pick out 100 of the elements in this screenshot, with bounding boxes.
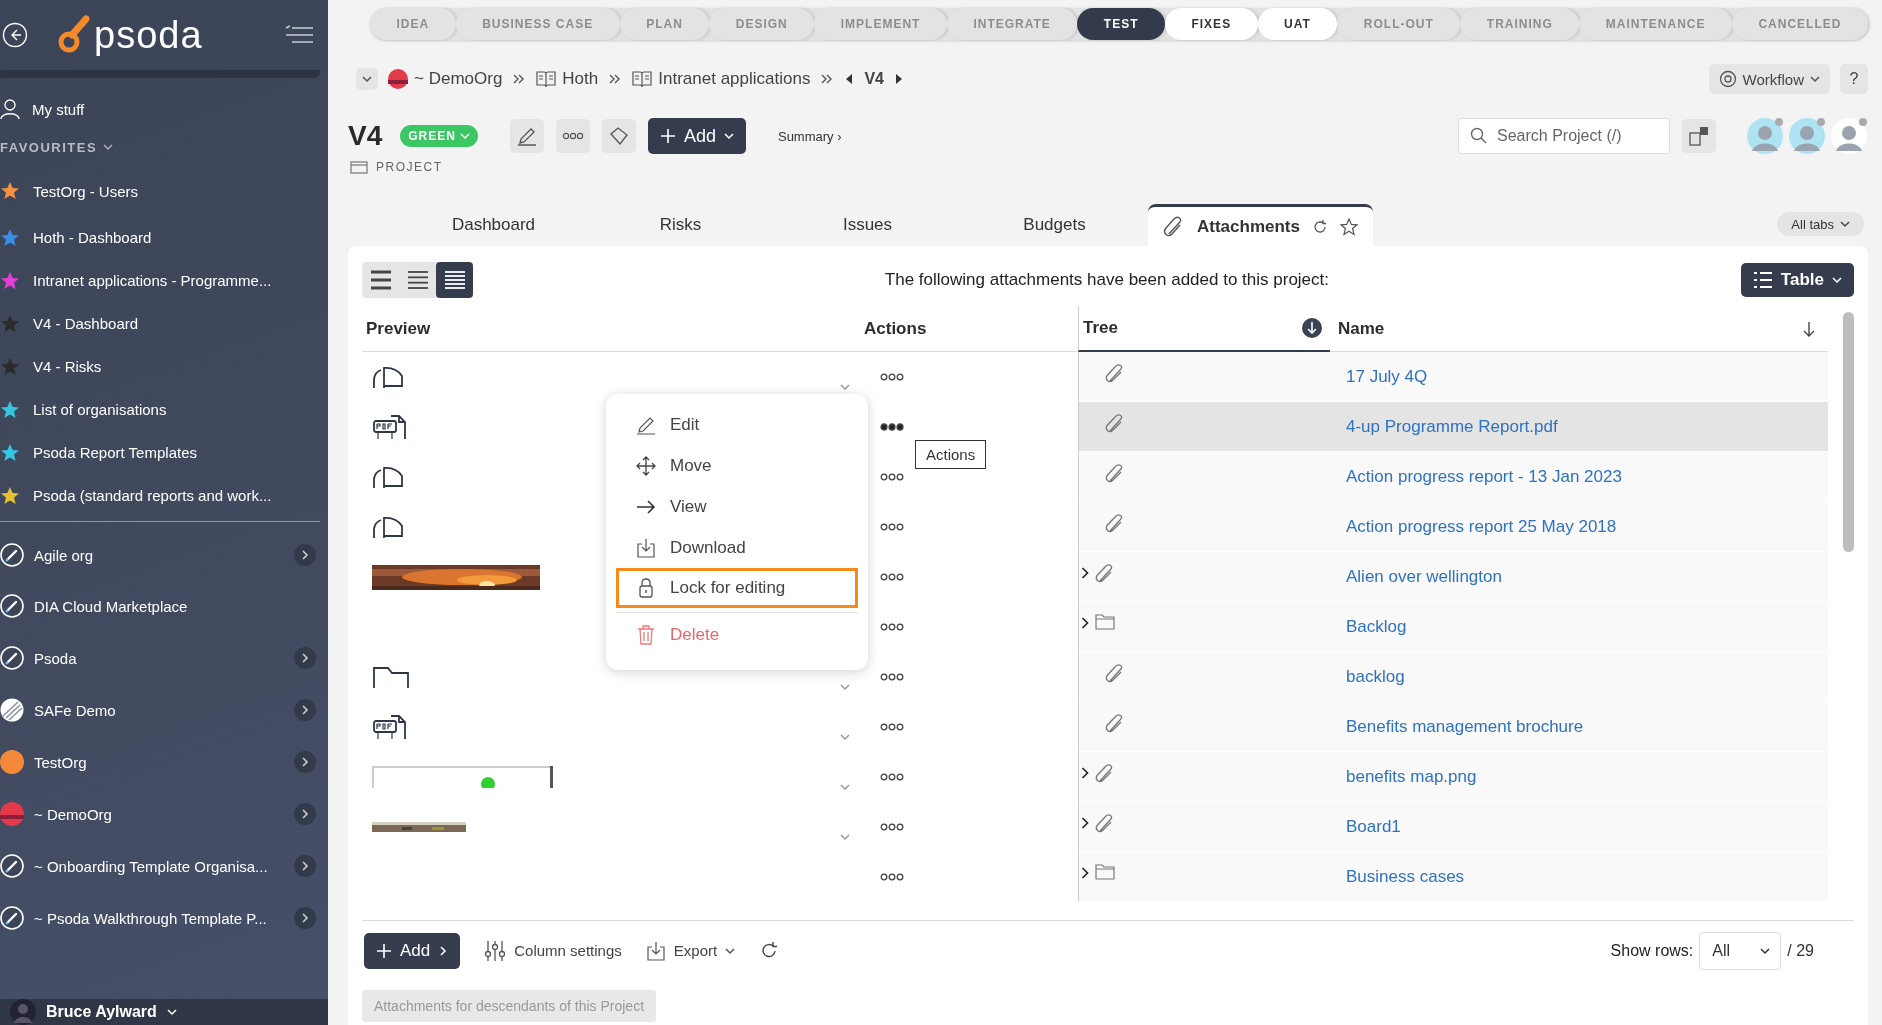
stage-tab[interactable]: TEST <box>1077 8 1165 40</box>
stripes-icon <box>0 698 24 722</box>
add-button[interactable]: Add <box>647 118 746 154</box>
chevron-right-icon <box>300 913 310 923</box>
file-link[interactable]: 17 July 4Q <box>1346 366 1428 387</box>
expand-icon[interactable] <box>294 855 316 877</box>
plus-icon <box>376 942 392 959</box>
favourite-link[interactable]: Psoda (standard reports and work... <box>0 474 328 517</box>
chevron-right-icon[interactable] <box>1081 767 1089 779</box>
help-button[interactable]: ? <box>1840 64 1868 94</box>
organisation-link[interactable]: Agile org <box>0 530 328 580</box>
file-link[interactable]: Board1 <box>1346 816 1401 837</box>
expand-icon[interactable] <box>294 751 316 773</box>
file-link[interactable]: benefits map.png <box>1346 766 1477 787</box>
chevron-right-icon[interactable] <box>1081 617 1089 629</box>
organisation-link[interactable]: ~ DemoOrg <box>0 788 328 840</box>
favourite-link[interactable]: V4 - Dashboard <box>0 302 328 345</box>
back-icon[interactable] <box>2 22 28 48</box>
stage-tab[interactable]: FIXES <box>1164 8 1258 40</box>
expand-icon[interactable] <box>840 682 850 692</box>
column-settings-button[interactable]: Column settings <box>484 939 622 962</box>
expand-icon[interactable] <box>840 832 850 842</box>
next-icon[interactable] <box>894 73 904 85</box>
more-icon <box>880 422 904 432</box>
favourite-link[interactable]: List of organisations <box>0 388 328 431</box>
stage-tab[interactable]: UAT <box>1257 8 1338 40</box>
previous-icon[interactable] <box>844 73 855 85</box>
my-stuff-link[interactable]: My stuff <box>0 84 328 134</box>
edit-button[interactable] <box>509 119 544 153</box>
breadcrumb-link[interactable]: ~ DemoOrg <box>388 69 503 89</box>
table-view-button[interactable]: Table <box>1740 263 1854 297</box>
export-button[interactable]: Export <box>645 940 736 961</box>
folder-icon <box>1095 864 1115 880</box>
expand-icon[interactable] <box>294 544 316 566</box>
plus-icon <box>659 128 676 144</box>
chevron-right-icon[interactable] <box>1081 567 1089 579</box>
tab[interactable]: Budgets <box>961 204 1148 246</box>
file-link[interactable]: backlog <box>1346 666 1405 687</box>
menu-item[interactable]: Move <box>616 445 858 486</box>
favourite-link[interactable]: TestOrg - Users <box>0 166 328 216</box>
more-button[interactable] <box>555 119 590 153</box>
breadcrumb-link[interactable]: Hoth <box>536 69 599 89</box>
expand-icon[interactable] <box>294 803 316 825</box>
favourite-link[interactable]: Intranet applications - Programme... <box>0 259 328 302</box>
all-tabs-button[interactable]: All tabs <box>1777 212 1864 236</box>
expand-icon[interactable] <box>840 732 850 742</box>
menu-icon[interactable] <box>284 25 314 45</box>
expand-icon[interactable] <box>840 382 850 392</box>
tag-button[interactable] <box>601 119 636 153</box>
file-link[interactable]: Business cases <box>1346 866 1465 887</box>
expand-icon[interactable] <box>294 647 316 669</box>
actions-button[interactable] <box>878 420 906 434</box>
organisation-link[interactable]: TestOrg <box>0 736 328 788</box>
favourite-link[interactable]: Hoth - Dashboard <box>0 216 328 259</box>
menu-item[interactable]: View <box>616 486 858 527</box>
logo-text: psoda <box>94 15 203 55</box>
favourite-link[interactable]: Psoda Report Templates <box>0 431 328 474</box>
sort-arrow-icon <box>1802 320 1816 337</box>
switch-button[interactable] <box>1682 119 1716 153</box>
avatar-icon[interactable] <box>1830 117 1868 155</box>
breadcrumb-link[interactable]: Intranet applications <box>632 69 811 89</box>
organisation-link[interactable]: Psoda <box>0 632 328 684</box>
workflow-button[interactable]: Workflow <box>1708 64 1830 94</box>
scrollbar-thumb[interactable] <box>1843 312 1854 552</box>
document-icon <box>372 465 406 489</box>
project-type: PROJECT <box>376 160 443 174</box>
column-header[interactable]: Preview <box>362 306 860 352</box>
organisation-link[interactable]: ~ Onboarding Template Organisa... <box>0 840 328 892</box>
search-field[interactable]: Search Project (/) <box>1458 118 1670 154</box>
favourite-link[interactable]: V4 - Risks <box>0 345 328 388</box>
tab[interactable]: Issues <box>774 204 961 246</box>
organisation-link[interactable]: DIA Cloud Marketplace <box>0 580 328 632</box>
circle-icon <box>0 750 24 774</box>
search-icon <box>1470 127 1488 145</box>
file-link[interactable]: Alien over wellington <box>1346 566 1502 587</box>
organisation-link[interactable]: ~ Psoda Walkthrough Template P... <box>0 892 328 944</box>
dropdown-button[interactable] <box>356 68 378 90</box>
menu-item[interactable]: Edit <box>616 404 858 445</box>
file-link[interactable]: 4-up Programme Report.pdf <box>1346 416 1558 437</box>
organisation-link[interactable]: SAFe Demo <box>0 684 328 736</box>
rows-select[interactable]: All <box>1699 931 1782 970</box>
view-mode-button[interactable] <box>436 262 473 298</box>
chevron-right-icon[interactable] <box>1081 867 1089 879</box>
expand-icon[interactable] <box>840 782 850 792</box>
menu-item[interactable]: Lock for editing <box>616 568 858 608</box>
tab[interactable]: Dashboard <box>400 204 587 246</box>
expand-icon[interactable] <box>294 907 316 929</box>
pdf-icon <box>372 414 406 440</box>
chevron-down-icon <box>725 945 736 956</box>
summary-link[interactable]: Summary › <box>777 128 842 144</box>
menu-item[interactable]: Download <box>616 527 858 568</box>
trash-icon <box>636 624 656 645</box>
file-link[interactable]: Backlog <box>1346 616 1407 637</box>
chevron-right-icon[interactable] <box>1081 817 1089 829</box>
workflow-icon <box>1718 70 1737 88</box>
column-header[interactable]: Actions <box>860 306 1078 352</box>
expand-icon[interactable] <box>294 699 316 721</box>
add-button[interactable]: Add <box>364 932 461 969</box>
tab[interactable]: Attachments <box>1148 204 1373 246</box>
tab[interactable]: Risks <box>587 204 774 246</box>
